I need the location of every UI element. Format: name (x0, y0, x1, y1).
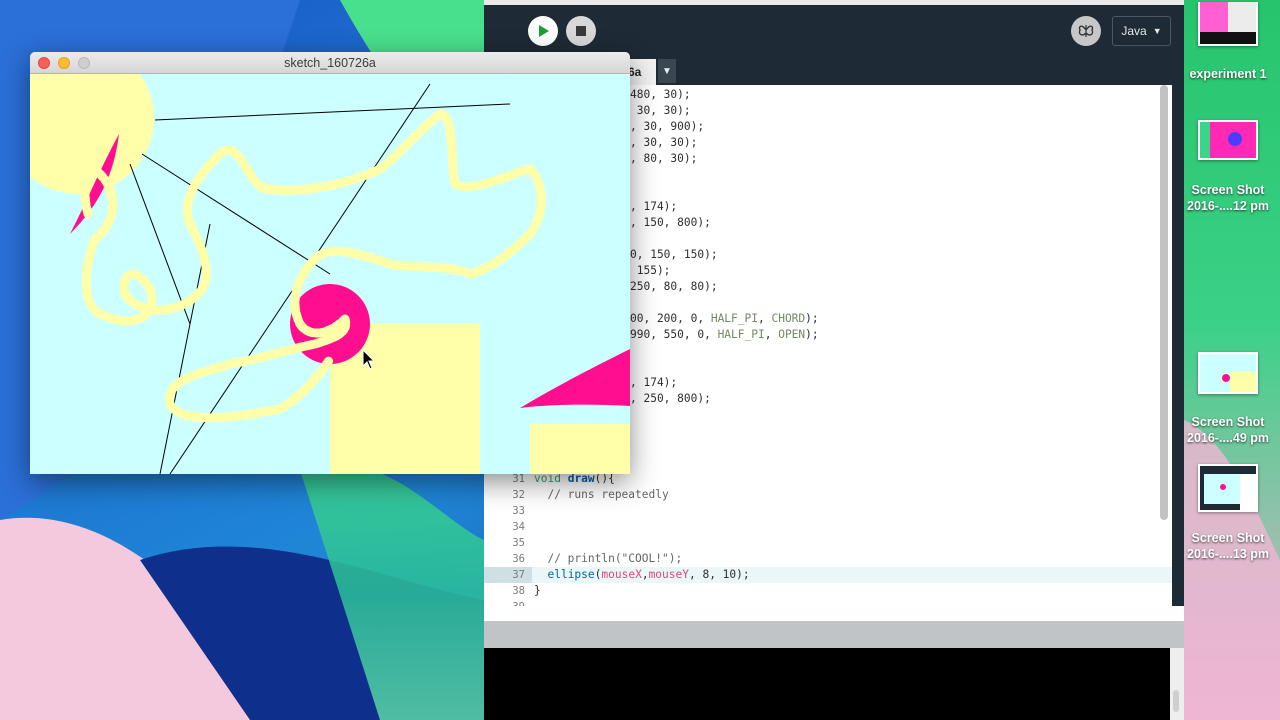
code-text: , 174); (630, 200, 678, 213)
ide-toolbar: Java ▼ (484, 5, 1184, 56)
code-line[interactable]: 39 (484, 599, 1172, 606)
chevron-down-icon: ▼ (662, 65, 672, 77)
butterfly-debug-icon (1078, 25, 1094, 37)
sketch-titlebar[interactable]: sketch_160726a (30, 52, 630, 74)
sketch-window: sketch_160726a (30, 52, 630, 474)
code-text: 00, 200, 0, HALF_PI, CHORD); (630, 312, 819, 325)
tab-label: 6a (628, 65, 642, 79)
code-line[interactable]: 37 ellipse(mouseX,mouseY, 8, 10); (484, 567, 1172, 583)
console-divider[interactable] (484, 621, 1184, 648)
chevron-down-icon: ▼ (1152, 26, 1162, 36)
mode-label: Java (1121, 24, 1147, 38)
code-text: 155); (630, 264, 671, 277)
desktop-item-screenshot-2[interactable]: Screen Shot 2016-....49 pm (1180, 350, 1276, 450)
code-line[interactable]: 33 (484, 503, 1172, 519)
yellow-rect-small (530, 424, 630, 474)
line-number: 35 (512, 537, 525, 549)
desktop-item-label: 2016-....49 pm (1187, 431, 1269, 445)
code-text: // println("COOL!"); (534, 552, 683, 565)
desktop-item-screenshot-1[interactable]: Screen Shot 2016-....12 pm (1180, 118, 1276, 218)
desktop-item-label: experiment 1 (1189, 67, 1267, 81)
code-text: 250, 80, 80); (630, 280, 718, 293)
desktop-item-screenshot-3[interactable]: Screen Shot 2016-....13 pm (1180, 462, 1276, 562)
desktop-item-label: 2016-....13 pm (1187, 547, 1269, 561)
code-text: ellipse(mouseX,mouseY, 8, 10); (547, 568, 750, 581)
stop-icon (576, 26, 586, 36)
code-text: , 150, 800); (630, 216, 711, 229)
sketch-window-title: sketch_160726a (284, 56, 376, 70)
desktop-item-experiment-1[interactable]: experiment 1 (1180, 0, 1276, 90)
screenshot-thumbnail-icon (1198, 2, 1258, 46)
debug-button[interactable] (1071, 16, 1101, 46)
code-line[interactable]: 32 // runs repeatedly (484, 487, 1172, 503)
mode-select[interactable]: Java ▼ (1112, 16, 1171, 46)
editor-scrollbar[interactable] (1160, 85, 1168, 520)
sketch-canvas[interactable] (30, 74, 630, 474)
code-text: } (534, 584, 541, 597)
code-text: , 174); (630, 376, 678, 389)
play-icon (539, 25, 549, 37)
code-text: 30, 30); (630, 104, 691, 117)
code-line[interactable]: 38} (484, 583, 1172, 599)
code-text: , 30, 900); (630, 120, 705, 133)
screenshot-thumbnail-icon (1198, 352, 1258, 394)
code-text: , 30, 30); (630, 136, 698, 149)
code-text: // runs repeatedly (534, 488, 669, 501)
console-scrollbar[interactable] (1173, 690, 1179, 712)
code-text: , 250, 800); (630, 392, 711, 405)
code-text: 480, 30); (630, 88, 691, 101)
desktop-item-label: Screen Shot (1191, 415, 1265, 429)
line-number: 38 (512, 585, 525, 597)
run-button[interactable] (528, 16, 558, 46)
code-text: , 80, 30); (630, 152, 698, 165)
line-number: 36 (512, 553, 525, 565)
code-text: 990, 550, 0, HALF_PI, OPEN); (630, 328, 819, 341)
desktop-item-label: Screen Shot (1191, 531, 1265, 545)
stop-button[interactable] (566, 16, 596, 46)
line-number: 32 (512, 489, 525, 501)
editor-bottom-area (484, 606, 1184, 621)
screenshot-thumbnail-icon (1198, 120, 1258, 160)
desktop-item-label: Screen Shot (1191, 183, 1265, 197)
console-area[interactable] (484, 648, 1170, 720)
code-line[interactable]: 36 // println("COOL!"); (484, 551, 1172, 567)
code-line[interactable]: 34 (484, 519, 1172, 535)
desktop-item-label: 2016-....12 pm (1187, 199, 1269, 213)
line-number: 37 (484, 567, 532, 583)
screenshot-thumbnail-icon (1198, 464, 1258, 512)
line-number: 33 (512, 505, 525, 517)
line-number: 39 (484, 599, 525, 606)
code-line[interactable]: 35 (484, 535, 1172, 551)
tab-menu-button[interactable]: ▼ (658, 59, 676, 83)
code-text: 0, 150, 150); (630, 248, 718, 261)
line-number: 34 (512, 521, 525, 533)
